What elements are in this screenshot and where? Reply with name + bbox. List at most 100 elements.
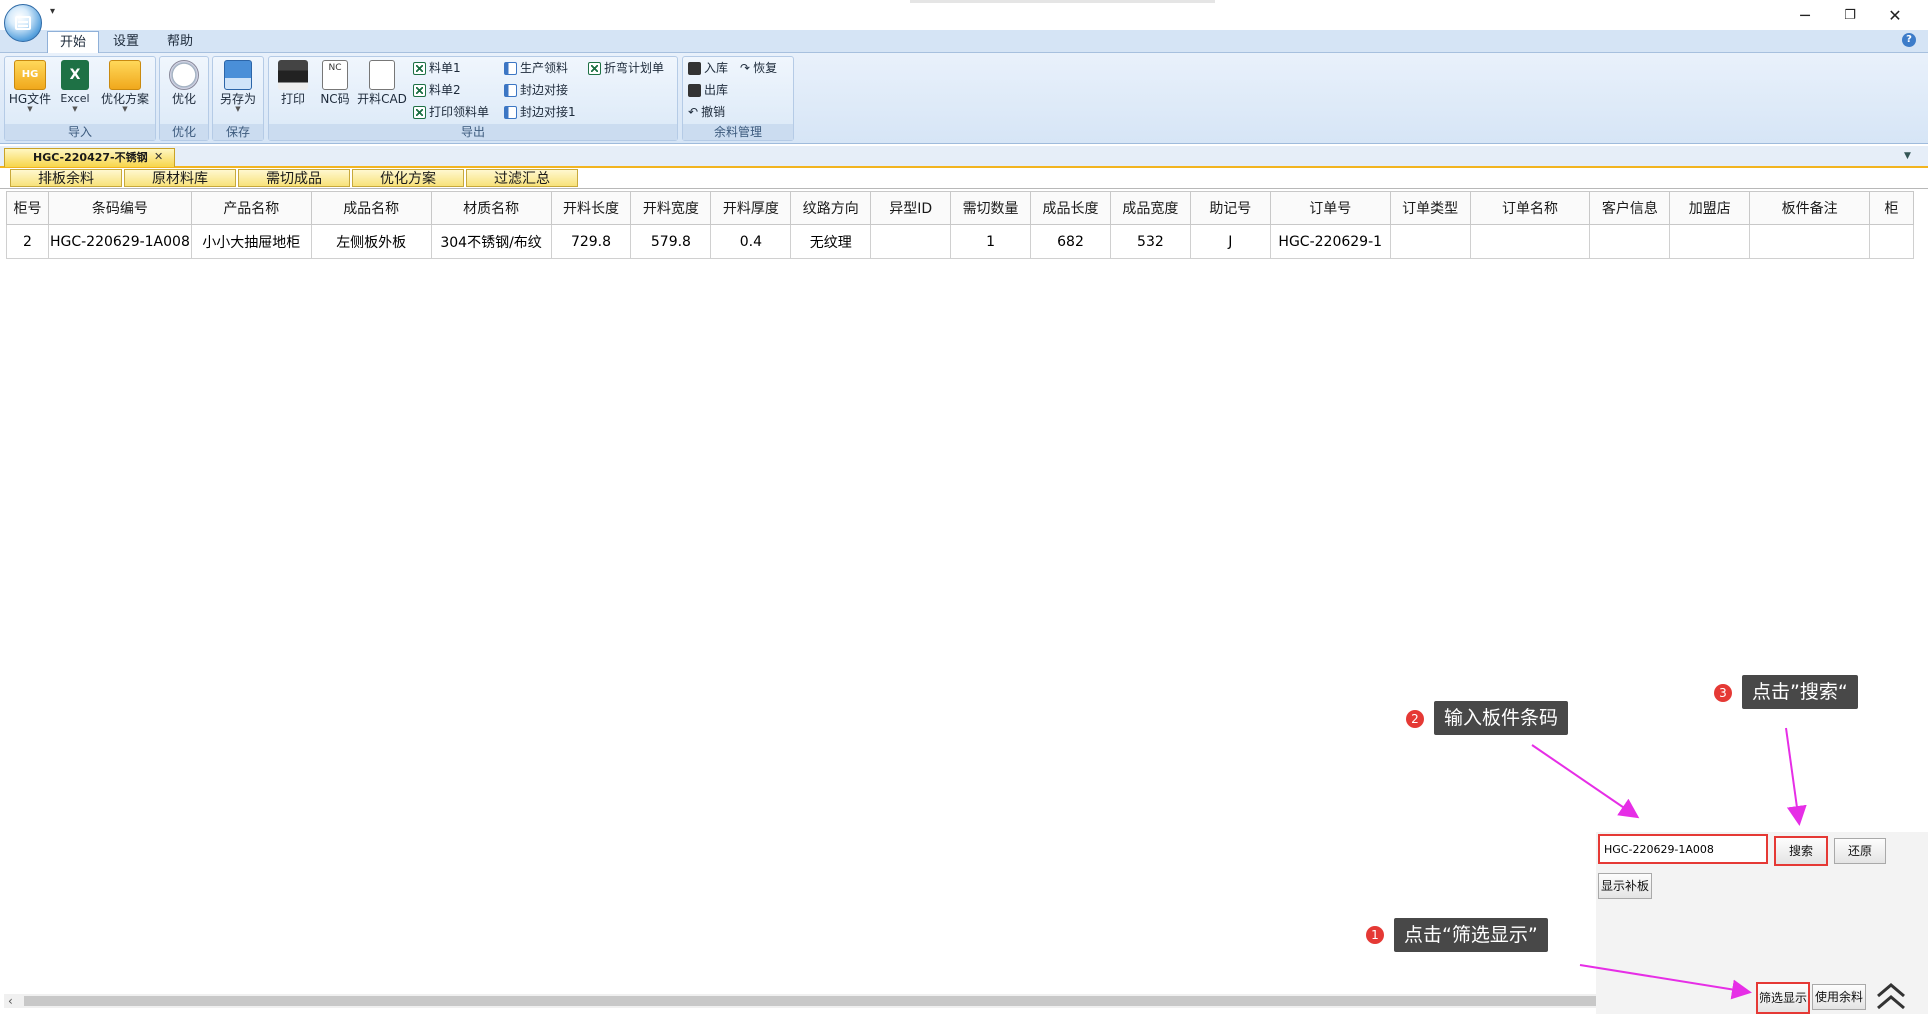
table-cell[interactable]: 0.4 bbox=[710, 224, 792, 259]
chevron-down-icon: ▼ bbox=[235, 105, 241, 113]
document-tab[interactable]: HGC-220427-不锈钢 bbox=[4, 148, 175, 167]
column-header[interactable]: 柜 bbox=[1868, 191, 1915, 225]
table-cell[interactable]: HGC-220629-1 bbox=[1269, 224, 1391, 259]
table-cell[interactable] bbox=[1669, 224, 1751, 259]
nc-document-icon: NC bbox=[322, 60, 348, 90]
table-cell[interactable]: 小小大抽屉地柜 bbox=[190, 224, 312, 259]
table-cell[interactable]: 532 bbox=[1109, 224, 1191, 259]
save-as-button[interactable]: 另存为 ▼ bbox=[215, 60, 261, 113]
column-header[interactable]: 开料长度 bbox=[550, 191, 632, 225]
list1-button[interactable]: 料单1 bbox=[413, 59, 461, 77]
report-icon bbox=[504, 83, 517, 97]
column-header[interactable]: 开料宽度 bbox=[630, 191, 712, 225]
optimize-button[interactable]: 优化 bbox=[164, 60, 204, 106]
excel-small-icon bbox=[413, 105, 426, 119]
table-cell[interactable] bbox=[1589, 224, 1671, 259]
table-cell[interactable]: 579.8 bbox=[630, 224, 712, 259]
title-bar bbox=[0, 0, 1928, 30]
in-stock-button[interactable]: 入库 bbox=[688, 59, 728, 77]
out-stock-button[interactable]: 出库 bbox=[688, 81, 728, 99]
horizontal-scrollbar[interactable] bbox=[4, 994, 1596, 1008]
nc-code-button[interactable]: NC NC码 bbox=[316, 60, 354, 106]
table-cell[interactable]: 682 bbox=[1030, 224, 1111, 259]
column-header[interactable]: 条码编号 bbox=[47, 191, 192, 225]
subtab-optimization-plan[interactable]: 优化方案 bbox=[352, 169, 464, 187]
table-cell[interactable] bbox=[1749, 224, 1870, 259]
scroll-left-icon[interactable]: ‹ bbox=[8, 994, 13, 1008]
use-remnant-button[interactable]: 使用余料 bbox=[1812, 984, 1866, 1010]
ribbon-tab-start[interactable]: 开始 bbox=[47, 31, 100, 53]
subtab-parts-to-cut[interactable]: 需切成品 bbox=[238, 169, 350, 187]
list2-button[interactable]: 料单2 bbox=[413, 81, 461, 99]
table-cell[interactable] bbox=[1389, 224, 1471, 259]
filter-display-button[interactable]: 筛选显示 bbox=[1756, 982, 1810, 1014]
bend-plan-button[interactable]: 折弯计划单 bbox=[588, 59, 664, 77]
restore-remnant-button[interactable]: ↷ 恢复 bbox=[740, 59, 777, 77]
table-cell[interactable]: 1 bbox=[950, 224, 1032, 259]
table-cell[interactable]: 左侧板外板 bbox=[310, 224, 432, 259]
column-header[interactable]: 成品宽度 bbox=[1109, 191, 1191, 225]
close-tab-icon[interactable]: ✕ bbox=[154, 150, 163, 163]
quick-access-dropdown[interactable]: ▾ bbox=[50, 6, 55, 17]
table-row[interactable]: 2 HGC-220629-1A008 小小大抽屉地柜 左侧板外板 304不锈钢/布纹 72… bbox=[6, 224, 1915, 259]
cut-cad-button[interactable]: 开料CAD bbox=[357, 60, 407, 106]
column-header[interactable]: 板件备注 bbox=[1749, 191, 1870, 225]
show-patch-button[interactable]: 显示补板 bbox=[1598, 873, 1652, 899]
tab-menu-chevron-icon[interactable]: ▼ bbox=[1904, 151, 1911, 161]
edge-joint1-button[interactable]: 封边对接1 bbox=[504, 103, 576, 121]
chevron-down-icon: ▼ bbox=[72, 105, 78, 113]
subtab-layout-remnant[interactable]: 排板余料 bbox=[10, 169, 122, 187]
help-icon[interactable]: ? bbox=[1902, 33, 1916, 47]
column-header[interactable]: 开料厚度 bbox=[710, 191, 792, 225]
restore-button[interactable]: ❐ bbox=[1827, 2, 1873, 28]
table-cell[interactable]: 2 bbox=[6, 224, 49, 259]
table-cell[interactable] bbox=[870, 224, 952, 259]
production-pick-button[interactable]: 生产领料 bbox=[504, 59, 568, 77]
column-header[interactable]: 异型ID bbox=[870, 191, 952, 225]
table-cell[interactable] bbox=[1469, 224, 1591, 259]
subtab-filter-summary[interactable]: 过滤汇总 bbox=[466, 169, 578, 187]
hg-file-button[interactable]: HG HG文件 ▼ bbox=[8, 60, 52, 113]
column-header[interactable]: 纹路方向 bbox=[790, 191, 872, 225]
excel-import-button[interactable]: X Excel ▼ bbox=[56, 60, 94, 113]
print-pick-list-button[interactable]: 打印领料单 bbox=[413, 103, 489, 121]
column-header[interactable]: 助记号 bbox=[1189, 191, 1271, 225]
table-cell[interactable]: 无纹理 bbox=[790, 224, 872, 259]
scrollbar-thumb[interactable] bbox=[24, 996, 1596, 1006]
column-header[interactable]: 订单类型 bbox=[1389, 191, 1471, 225]
print-button[interactable]: 打印 bbox=[273, 60, 313, 106]
ribbon-tab-settings[interactable]: 设置 bbox=[101, 31, 151, 52]
column-header[interactable]: 柜号 bbox=[6, 191, 49, 225]
app-menu-orb-icon[interactable] bbox=[4, 4, 42, 42]
collapse-double-chevron-icon[interactable] bbox=[1876, 982, 1906, 1010]
excel-small-icon bbox=[588, 61, 601, 75]
barcode-search-input[interactable] bbox=[1598, 834, 1768, 864]
column-header[interactable]: 成品长度 bbox=[1030, 191, 1111, 225]
column-header[interactable]: 加盟店 bbox=[1669, 191, 1751, 225]
column-header[interactable]: 成品名称 bbox=[310, 191, 432, 225]
table-cell[interactable] bbox=[1868, 224, 1915, 259]
table-cell[interactable]: J bbox=[1189, 224, 1271, 259]
step-badge-3: 3 bbox=[1714, 684, 1732, 702]
column-header[interactable]: 订单号 bbox=[1269, 191, 1391, 225]
undo-button[interactable]: ↶ 撤销 bbox=[688, 103, 725, 121]
opt-plan-import-button[interactable]: 优化方案 ▼ bbox=[98, 60, 152, 113]
search-button[interactable]: 搜索 bbox=[1774, 836, 1828, 866]
restore-button-panel[interactable]: 还原 bbox=[1834, 838, 1886, 864]
column-header[interactable]: 客户信息 bbox=[1589, 191, 1671, 225]
table-cell[interactable]: 729.8 bbox=[550, 224, 632, 259]
excel-small-icon bbox=[413, 61, 426, 75]
step-badge-2: 2 bbox=[1406, 710, 1424, 728]
minimize-button[interactable]: ─ bbox=[1782, 2, 1828, 28]
column-header[interactable]: 需切数量 bbox=[950, 191, 1032, 225]
column-header[interactable]: 材质名称 bbox=[430, 191, 552, 225]
column-header[interactable]: 产品名称 bbox=[190, 191, 312, 225]
column-header[interactable]: 订单名称 bbox=[1469, 191, 1591, 225]
edge-joint-button[interactable]: 封边对接 bbox=[504, 81, 568, 99]
close-button[interactable]: ✕ bbox=[1872, 2, 1918, 28]
ribbon-tab-help[interactable]: 帮助 bbox=[155, 31, 205, 52]
table-cell[interactable]: 304不锈钢/布纹 bbox=[430, 224, 552, 259]
subtab-raw-material[interactable]: 原材料库 bbox=[124, 169, 236, 187]
table-cell[interactable]: HGC-220629-1A008 bbox=[47, 224, 192, 259]
group-label-export: 导出 bbox=[269, 124, 677, 140]
